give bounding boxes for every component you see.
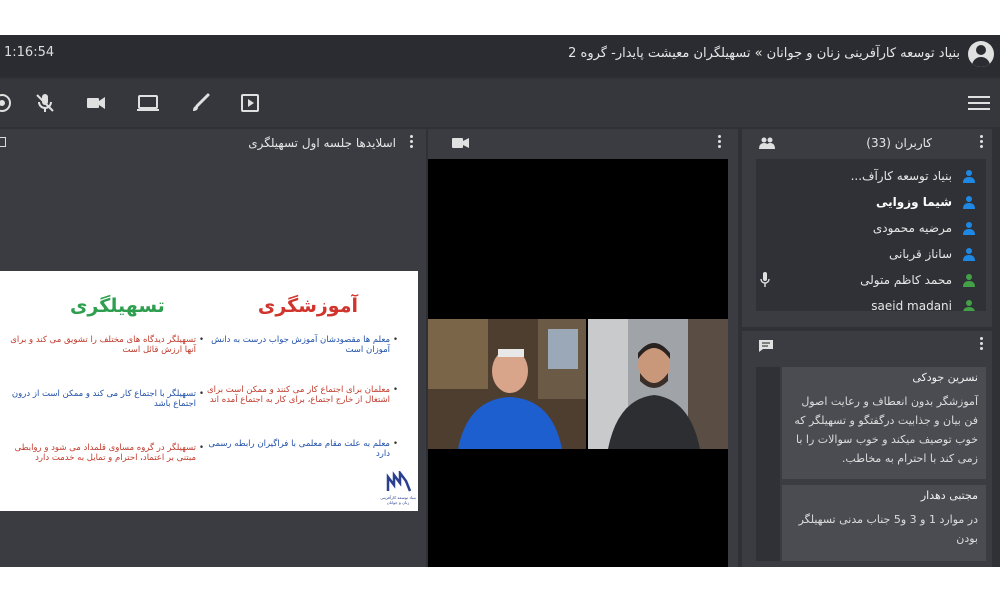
user-name: مرضیه محمودی	[872, 221, 952, 235]
chat-message: مجتبی دهدار در موارد 1 و 3 و5 جناب مدنی …	[782, 485, 986, 561]
slide-right-bullet-1: معلم ها مقصودشان آموزش جواب درست به دانش…	[200, 335, 398, 355]
video-options-icon[interactable]	[718, 135, 722, 149]
user-icon	[963, 300, 975, 311]
slide-canvas: آموزشگری تسهیلگری معلم ها مقصودشان آموزش…	[0, 271, 418, 511]
app-window: 1:16:54 بنیاد توسعه کارآفرینی زنان و جوا…	[0, 35, 1000, 567]
chat-sender: مجتبی دهدار	[920, 489, 978, 502]
user-name: saeid madani	[871, 299, 952, 311]
foundation-logo	[386, 471, 412, 492]
title-bar: 1:16:54 بنیاد توسعه کارآفرینی زنان و جوا…	[0, 35, 1000, 77]
user-name: ساناز قربانی	[888, 247, 952, 261]
user-row[interactable]: مرضیه محمودی	[756, 217, 976, 241]
chat-panel-header	[742, 331, 992, 359]
webcam-tile-2[interactable]	[588, 319, 728, 449]
participant-video-2	[588, 319, 728, 449]
avatar-icon[interactable]	[968, 41, 994, 67]
user-row[interactable]: شیما وزوایی	[756, 191, 976, 215]
brush-icon[interactable]	[188, 91, 212, 115]
fullscreen-icon[interactable]	[0, 137, 6, 147]
session-title: بنیاد توسعه کارآفرینی زنان و جوانان » تس…	[568, 46, 960, 61]
users-panel-header: کاربران (33)	[742, 129, 992, 157]
chat-panel: نسرین جودکی آموزشگر بدون انعطاف و رعایت …	[742, 331, 992, 567]
mic-icon	[760, 272, 770, 287]
user-icon	[963, 248, 975, 261]
chat-sender: نسرین جودکی	[912, 371, 978, 384]
users-count-title: کاربران (33)	[866, 136, 932, 150]
slides-panel: اسلایدها جلسه اول تسهیلگری آموزشگری تسهی…	[0, 129, 426, 567]
users-options-icon[interactable]	[980, 135, 984, 149]
participant-video-1	[428, 319, 586, 449]
chat-text: آموزشگر بدون انعطاف و رعایت اصول فن بیان…	[794, 395, 978, 465]
user-icon	[963, 170, 975, 183]
user-icon	[963, 222, 975, 235]
slide-left-bullet-1: تسهیلگر دیدگاه های مختلف را تشویق می کند…	[6, 335, 204, 355]
slide-left-bullet-3: تسهیلگر در گروه مساوی قلمداد می شود و رو…	[6, 443, 204, 463]
menu-icon[interactable]	[968, 93, 990, 113]
user-row[interactable]: محمد کاظم متولی	[756, 269, 976, 293]
video-panel	[428, 129, 738, 567]
slide-left-bullet-2: تسهیلگر با اجتماع کار می کند و ممکن است …	[6, 389, 204, 409]
camera-icon	[452, 138, 469, 148]
slide-left-heading: تسهیلگری	[70, 295, 165, 317]
logo-caption: بنیاد توسعه کارآفرینی زنان و جوانان	[380, 495, 416, 505]
video-stage	[428, 159, 728, 567]
chat-message: نسرین جودکی آموزشگر بدون انعطاف و رعایت …	[782, 367, 986, 479]
chat-icon	[759, 340, 773, 352]
user-name: بنیاد توسعه کارآف...	[850, 169, 952, 183]
slide-right-heading: آموزشگری	[257, 295, 358, 317]
group-icon	[759, 137, 775, 149]
user-name: محمد کاظم متولی	[860, 273, 952, 287]
play-icon[interactable]	[238, 91, 262, 115]
slides-panel-header: اسلایدها جلسه اول تسهیلگری	[0, 129, 426, 157]
user-row[interactable]: بنیاد توسعه کارآف...	[756, 165, 976, 189]
slide-right-bullet-2: معلمان برای اجتماع کار می کنند و ممکن اس…	[200, 385, 398, 405]
slides-title: اسلایدها جلسه اول تسهیلگری	[248, 136, 396, 150]
user-row[interactable]: saeid madani	[756, 295, 976, 311]
slide-right-bullet-3: معلم به علت مقام معلمی با فراگیران رابطه…	[200, 439, 398, 459]
session-timer: 1:16:54	[4, 45, 55, 60]
user-icon	[963, 196, 975, 209]
chat-gutter	[756, 367, 780, 561]
chat-options-icon[interactable]	[980, 337, 984, 351]
audio-icon[interactable]	[0, 91, 14, 115]
chat-text: در موارد 1 و 3 و5 جناب مدنی تسهیلگر بودن	[798, 513, 978, 545]
toolbar	[0, 79, 1000, 127]
screen-share-icon[interactable]	[136, 91, 160, 115]
users-list: بنیاد توسعه کارآف... شیما وزوایی مرضیه م…	[756, 159, 986, 311]
user-icon	[963, 274, 975, 287]
mic-muted-icon[interactable]	[33, 91, 57, 115]
user-row[interactable]: ساناز قربانی	[756, 243, 976, 267]
user-name: شیما وزوایی	[875, 195, 952, 209]
camera-icon[interactable]	[84, 91, 108, 115]
slides-options-icon[interactable]	[410, 135, 414, 149]
webcam-tile-1[interactable]	[428, 319, 586, 449]
users-panel: کاربران (33) بنیاد توسعه کارآف... شیما و…	[742, 129, 992, 327]
video-panel-header	[428, 129, 738, 157]
